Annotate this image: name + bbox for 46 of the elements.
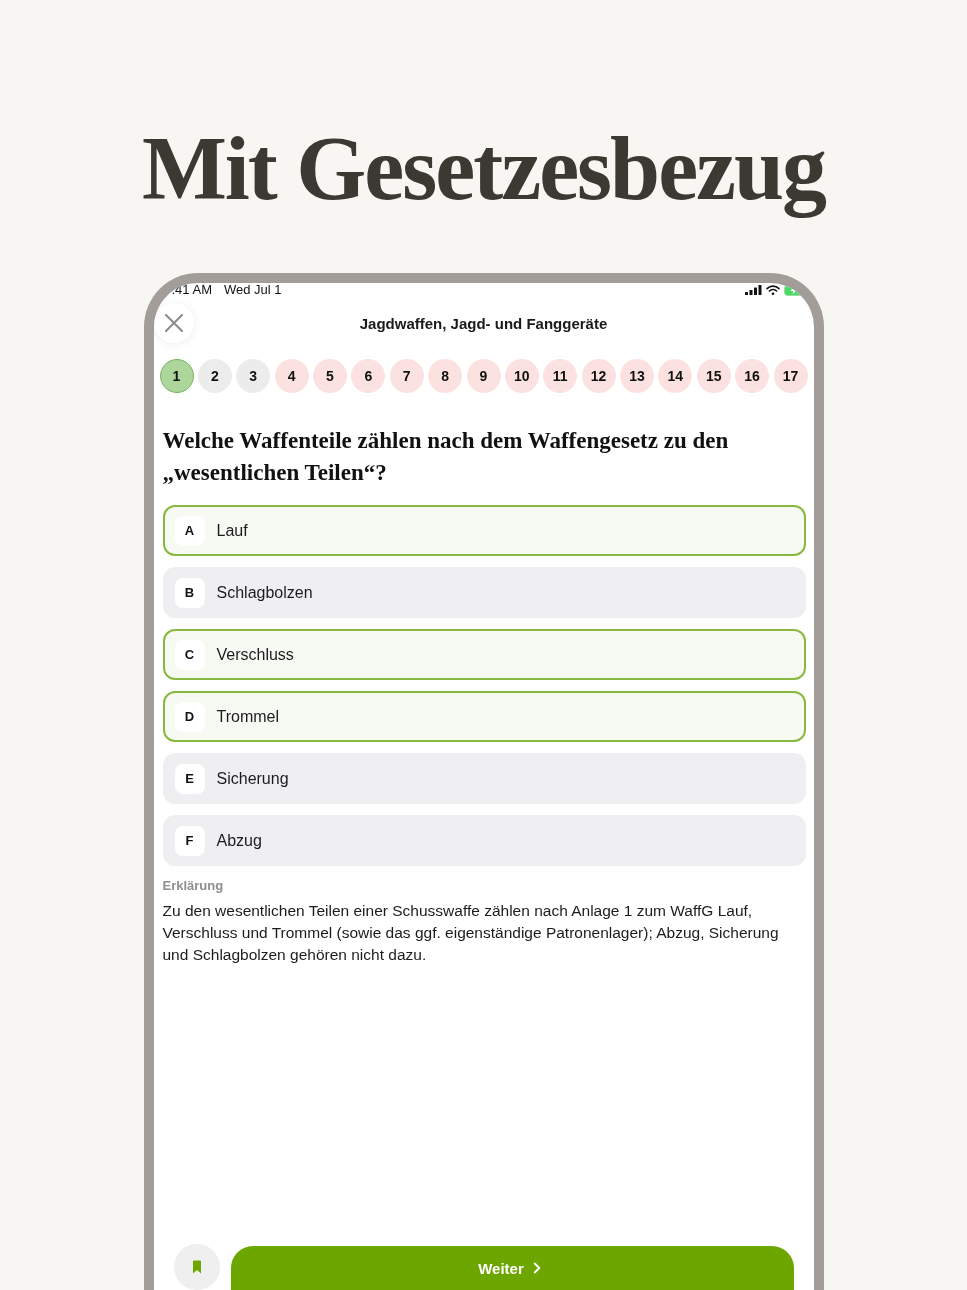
close-icon [164,314,183,332]
question-number[interactable]: 6 [351,359,386,393]
answer-letter: E [174,763,205,794]
question-number[interactable]: 1 [159,359,194,393]
wifi-icon [765,285,780,295]
answer-text: Verschluss [216,645,294,664]
bookmark-icon [191,1260,202,1274]
signal-icon [744,285,762,295]
question-number[interactable]: 17 [773,359,808,393]
answer-text: Trommel [216,707,279,726]
question-number[interactable]: 3 [236,359,271,393]
bookmark-button[interactable] [173,1244,220,1290]
explanation-text: Zu den wesentlichen Teilen einer Schusswaffe zählen nach Anlage 1 zum WaffG Lauf, Verschluss und Trommel (sowie das ggf. eigenständige Patronenlager); Abzug, Sicherung und Schlagbolzen gehören nicht dazu. [162,901,780,965]
quiz-title: Jagdwaffen, Jagd- und Fanggeräte [358,314,609,332]
answer-text: Lauf [216,521,248,540]
question-number[interactable]: 15 [696,359,731,393]
question-number[interactable]: 11 [543,359,578,393]
question-number[interactable]: 7 [389,359,424,393]
question-number[interactable]: 2 [197,359,232,393]
question-number[interactable]: 5 [313,359,347,393]
question-number[interactable]: 16 [735,359,770,393]
answer-option[interactable]: D Trommel [162,691,806,742]
question-number[interactable]: 13 [620,359,654,393]
answer-option[interactable]: E Sicherung [162,753,806,804]
question-number[interactable]: 4 [274,359,309,393]
answer-letter: B [174,577,205,608]
answer-option[interactable]: B Schlagbolzen [162,567,806,618]
answer-letter: A [174,515,205,546]
question-number[interactable]: 10 [504,359,539,393]
answer-text: Sicherung [216,769,289,788]
answer-letter: F [174,825,205,856]
answer-letter: D [174,701,205,732]
answer-letter: C [174,639,205,670]
question-number[interactable]: 12 [581,359,616,393]
question-number[interactable]: 14 [658,359,693,393]
answer-option[interactable]: C Verschluss [162,629,806,680]
answer-text: Abzug [216,831,262,850]
answer-text: Schlagbolzen [216,583,313,602]
question-text: Welche Waffenteile zählen nach dem Waffengesetz zu den „wesentlichen Teilen“? [162,427,730,487]
status-date: Wed Jul 1 [223,283,282,297]
question-number[interactable]: 8 [428,359,463,393]
close-button[interactable] [153,303,194,343]
answer-option[interactable]: A Lauf [162,505,806,556]
answer-option[interactable]: F Abzug [162,815,806,866]
question-number[interactable]: 9 [466,359,501,393]
explanation-label: Erklärung [162,877,225,895]
